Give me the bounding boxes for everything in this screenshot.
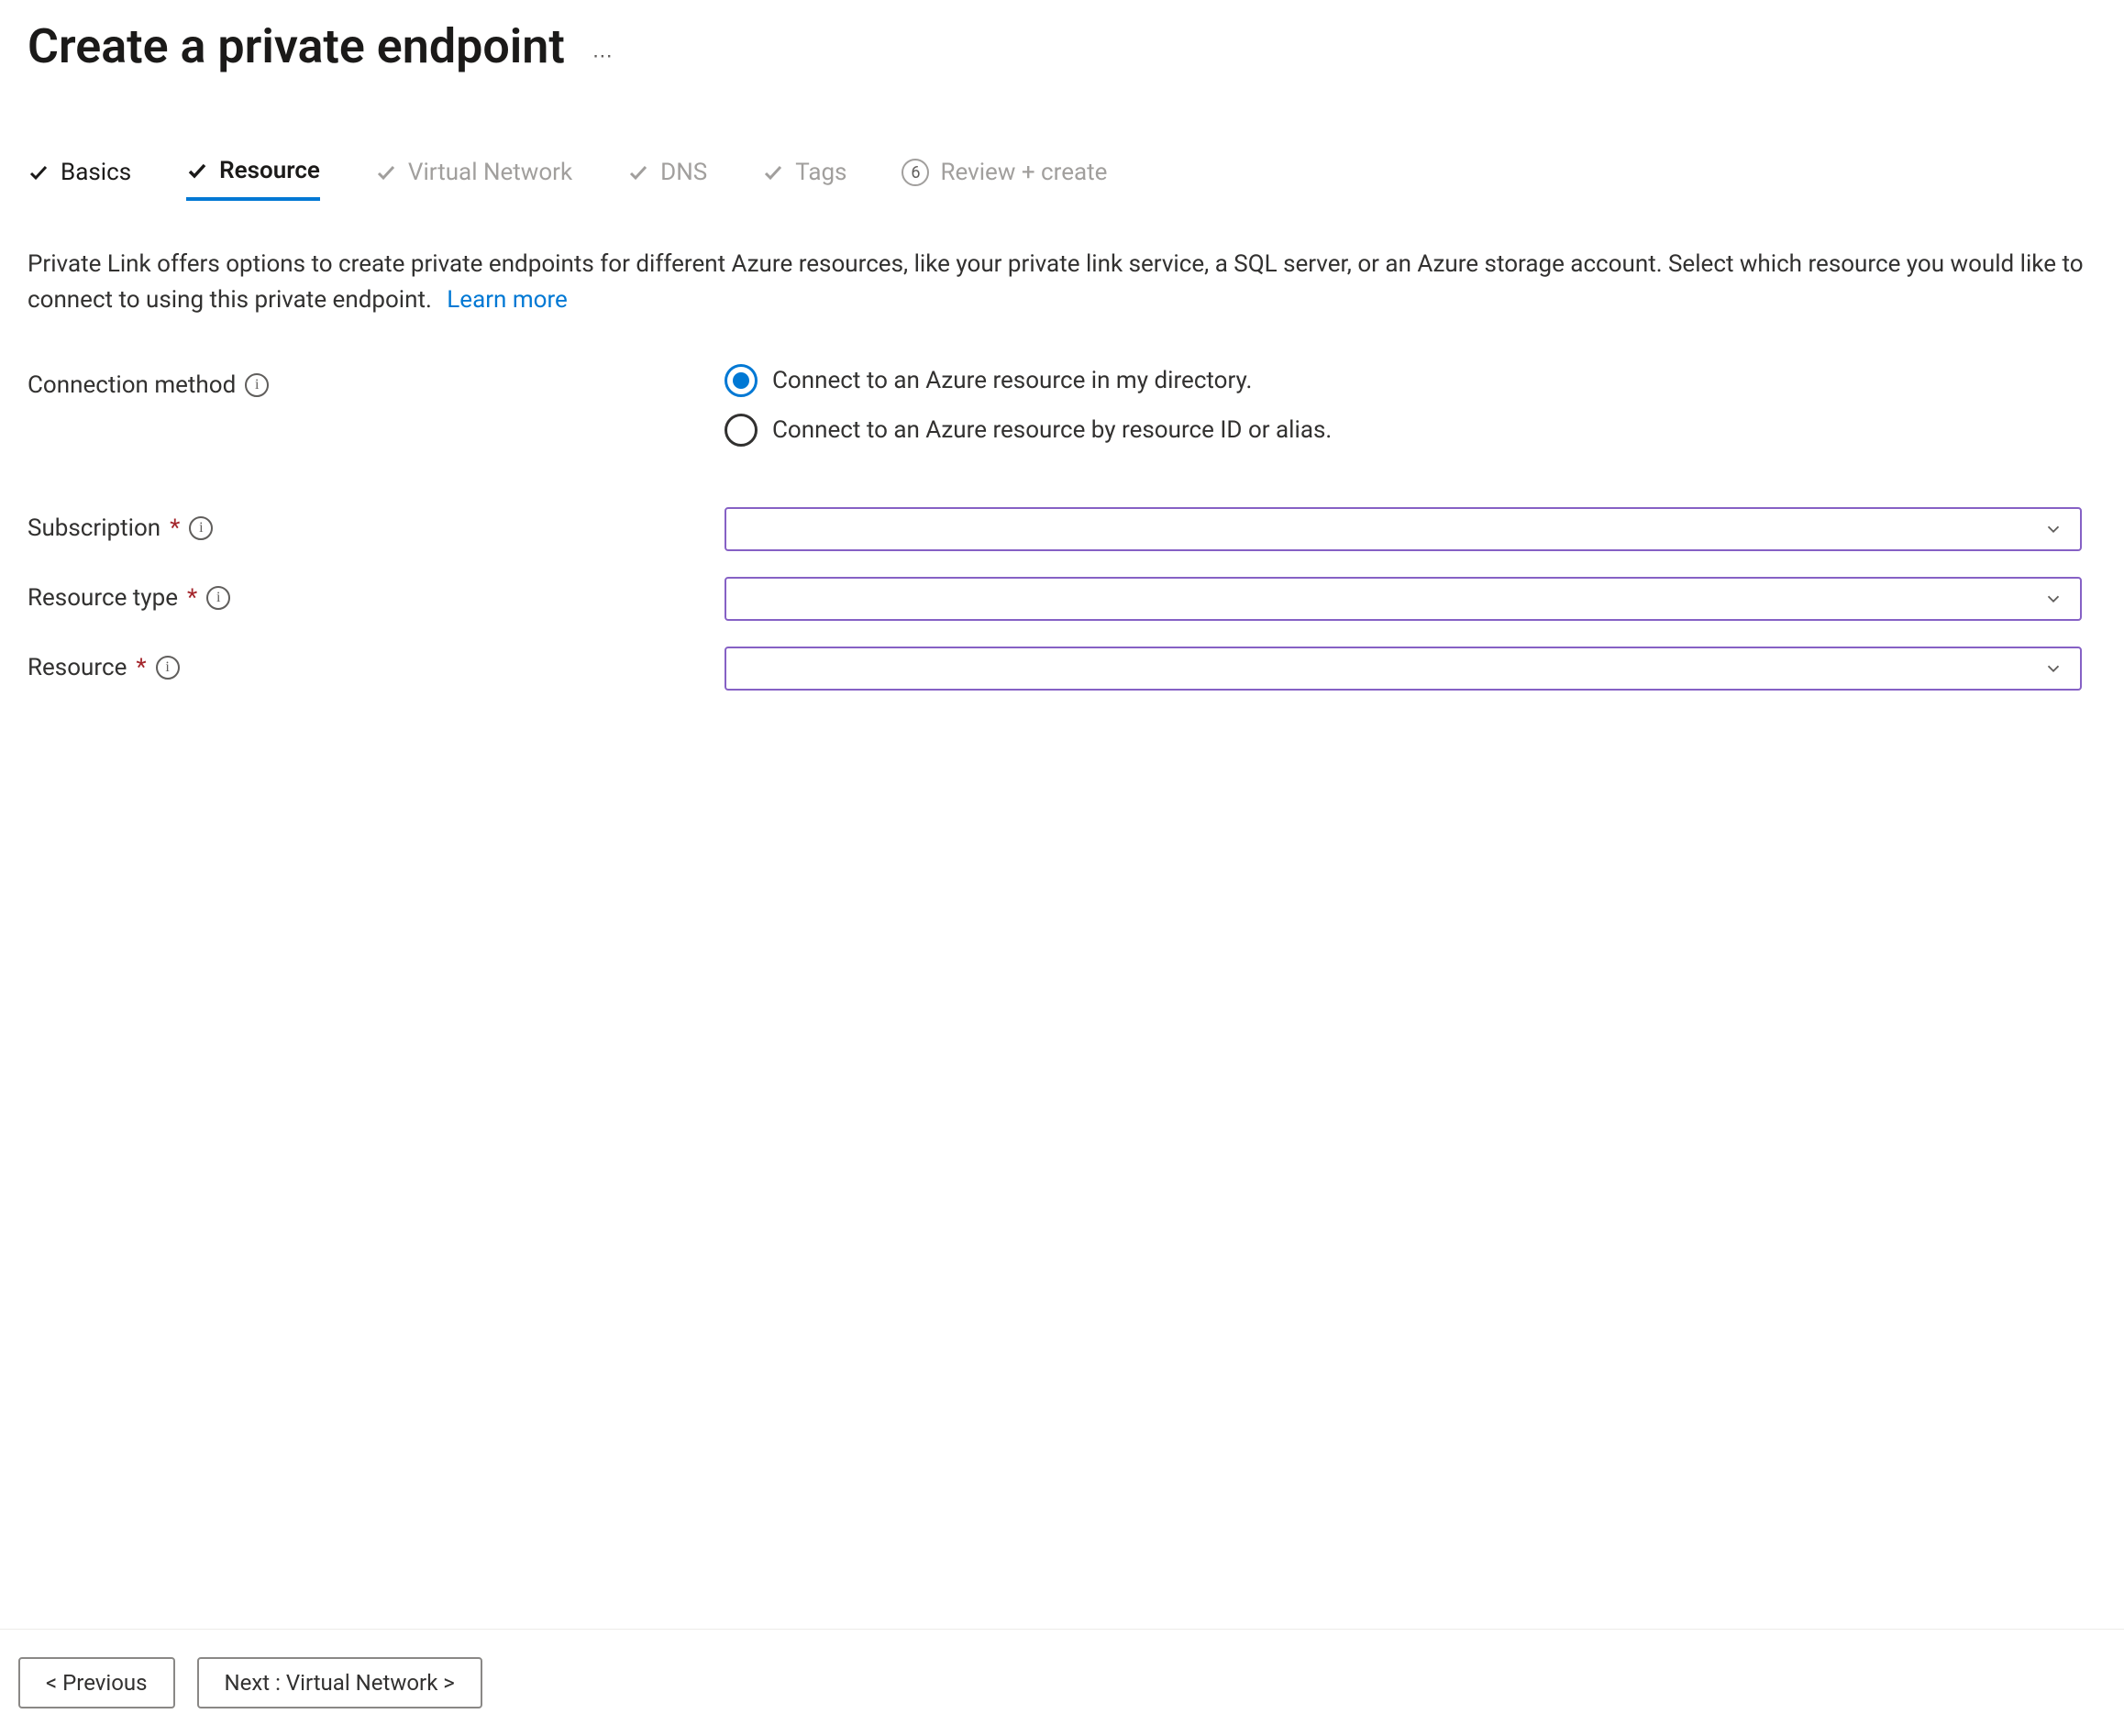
- connection-method-label: Connection method i: [28, 364, 725, 399]
- tab-virtual-network[interactable]: Virtual Network: [375, 157, 572, 201]
- chevron-down-icon: [2043, 589, 2063, 609]
- radio-unselected-icon: [725, 414, 758, 447]
- tab-tags[interactable]: Tags: [762, 157, 846, 201]
- required-indicator: *: [136, 654, 146, 681]
- radio-label: Connect to an Azure resource by resource…: [772, 416, 1332, 444]
- learn-more-link[interactable]: Learn more: [447, 286, 568, 314]
- radio-option-resource-id[interactable]: Connect to an Azure resource by resource…: [725, 414, 1332, 447]
- description-text: Private Link offers options to create pr…: [28, 250, 2084, 314]
- tab-resource[interactable]: Resource: [186, 157, 320, 201]
- chevron-down-icon: [2043, 658, 2063, 679]
- subscription-label: Subscription * i: [28, 507, 725, 542]
- label-text: Connection method: [28, 371, 236, 399]
- radio-selected-icon: [725, 364, 758, 397]
- label-text: Resource: [28, 654, 127, 681]
- resource-type-dropdown[interactable]: [725, 577, 2082, 621]
- tab-dns[interactable]: DNS: [627, 157, 707, 201]
- resource-label: Resource * i: [28, 647, 725, 681]
- info-icon[interactable]: i: [245, 373, 269, 397]
- info-icon[interactable]: i: [189, 516, 213, 540]
- tab-description: Private Link offers options to create pr…: [28, 247, 2096, 318]
- info-icon[interactable]: i: [206, 586, 230, 610]
- check-icon: [186, 160, 208, 182]
- connection-method-radio-group: Connect to an Azure resource in my direc…: [725, 364, 1332, 447]
- radio-label: Connect to an Azure resource in my direc…: [772, 367, 1252, 394]
- wizard-tabs: Basics Resource Virtual Network DNS Tags…: [28, 157, 2096, 201]
- resource-dropdown[interactable]: [725, 647, 2082, 691]
- tab-label: Basics: [61, 159, 131, 186]
- check-icon: [762, 161, 784, 183]
- tab-label: Resource: [219, 157, 320, 184]
- radio-option-directory[interactable]: Connect to an Azure resource in my direc…: [725, 364, 1332, 397]
- required-indicator: *: [187, 584, 197, 612]
- required-indicator: *: [170, 514, 180, 542]
- tab-label: Review + create: [940, 159, 1107, 186]
- info-icon[interactable]: i: [156, 656, 180, 680]
- resource-type-label: Resource type * i: [28, 577, 725, 612]
- tab-label: DNS: [660, 159, 707, 186]
- check-icon: [375, 161, 397, 183]
- subscription-dropdown[interactable]: [725, 507, 2082, 551]
- check-icon: [627, 161, 649, 183]
- step-number-icon: 6: [902, 159, 929, 186]
- tab-basics[interactable]: Basics: [28, 157, 131, 201]
- tab-label: Virtual Network: [408, 159, 572, 186]
- more-icon[interactable]: ⋯: [592, 45, 614, 68]
- check-icon: [28, 161, 50, 183]
- label-text: Resource type: [28, 584, 178, 612]
- previous-button[interactable]: < Previous: [18, 1657, 175, 1708]
- next-button[interactable]: Next : Virtual Network >: [197, 1657, 482, 1708]
- wizard-footer: < Previous Next : Virtual Network >: [0, 1629, 2124, 1736]
- label-text: Subscription: [28, 514, 160, 542]
- chevron-down-icon: [2043, 519, 2063, 539]
- page-title: Create a private endpoint: [28, 18, 565, 74]
- tab-label: Tags: [795, 159, 846, 186]
- tab-review-create[interactable]: 6 Review + create: [902, 157, 1107, 201]
